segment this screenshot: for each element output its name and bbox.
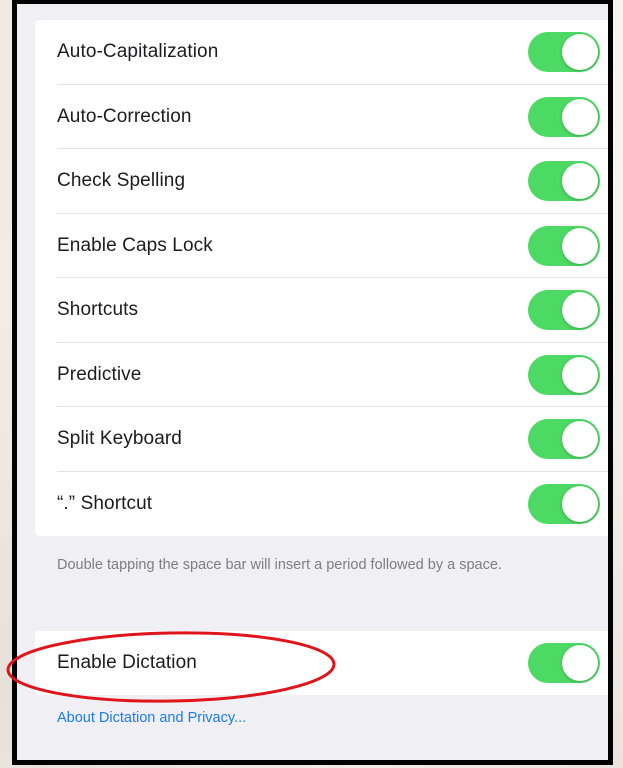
toggle-knob bbox=[562, 645, 598, 681]
shortcuts-toggle[interactable] bbox=[528, 290, 600, 331]
setting-row-shortcuts[interactable]: Shortcuts bbox=[35, 278, 608, 343]
setting-row-auto-correction[interactable]: Auto-Correction bbox=[35, 85, 608, 149]
auto-correction-toggle[interactable] bbox=[528, 96, 600, 137]
toggle-knob bbox=[562, 163, 598, 200]
period-shortcut-toggle[interactable] bbox=[528, 483, 600, 524]
setting-row-auto-capitalization[interactable]: Auto-Capitalization bbox=[35, 20, 608, 85]
predictive-toggle[interactable] bbox=[528, 354, 600, 395]
setting-label: Enable Dictation bbox=[57, 652, 197, 673]
setting-row-check-spelling[interactable]: Check Spelling bbox=[35, 149, 608, 214]
enable-dictation-toggle[interactable] bbox=[528, 643, 600, 683]
toggle-knob bbox=[562, 227, 598, 264]
auto-capitalization-toggle[interactable] bbox=[528, 32, 600, 73]
setting-label: Auto-Correction bbox=[57, 105, 192, 127]
setting-label: Split Keyboard bbox=[57, 428, 182, 450]
setting-label: Enable Caps Lock bbox=[57, 234, 213, 256]
toggle-knob bbox=[562, 98, 598, 135]
setting-label: “.” Shortcut bbox=[57, 492, 153, 514]
check-spelling-toggle[interactable] bbox=[528, 161, 600, 202]
setting-label: Predictive bbox=[57, 363, 142, 385]
setting-row-enable-dictation[interactable]: Enable Dictation bbox=[35, 631, 608, 695]
setting-row-predictive[interactable]: Predictive bbox=[35, 343, 608, 407]
toggle-knob bbox=[562, 356, 598, 393]
period-shortcut-footnote: Double tapping the space bar will insert… bbox=[57, 557, 502, 573]
dictation-settings-group: Enable Dictation bbox=[35, 631, 608, 695]
setting-row-split-keyboard[interactable]: Split Keyboard bbox=[35, 407, 608, 472]
setting-row-period-shortcut[interactable]: “.” Shortcut bbox=[35, 472, 608, 537]
enable-caps-lock-toggle[interactable] bbox=[528, 225, 600, 266]
setting-label: Check Spelling bbox=[57, 170, 186, 192]
split-keyboard-toggle[interactable] bbox=[528, 419, 600, 460]
toggle-knob bbox=[562, 292, 598, 329]
about-dictation-privacy-link[interactable]: About Dictation and Privacy... bbox=[57, 710, 246, 726]
setting-label: Shortcuts bbox=[57, 299, 139, 321]
setting-label: Auto-Capitalization bbox=[57, 41, 219, 63]
toggle-knob bbox=[562, 485, 598, 522]
toggle-knob bbox=[562, 421, 598, 458]
setting-row-enable-caps-lock[interactable]: Enable Caps Lock bbox=[35, 214, 608, 278]
settings-screen: Auto-Capitalization Auto-Correction Chec… bbox=[12, 0, 613, 765]
keyboard-settings-group: Auto-Capitalization Auto-Correction Chec… bbox=[35, 20, 608, 537]
toggle-knob bbox=[562, 34, 598, 71]
